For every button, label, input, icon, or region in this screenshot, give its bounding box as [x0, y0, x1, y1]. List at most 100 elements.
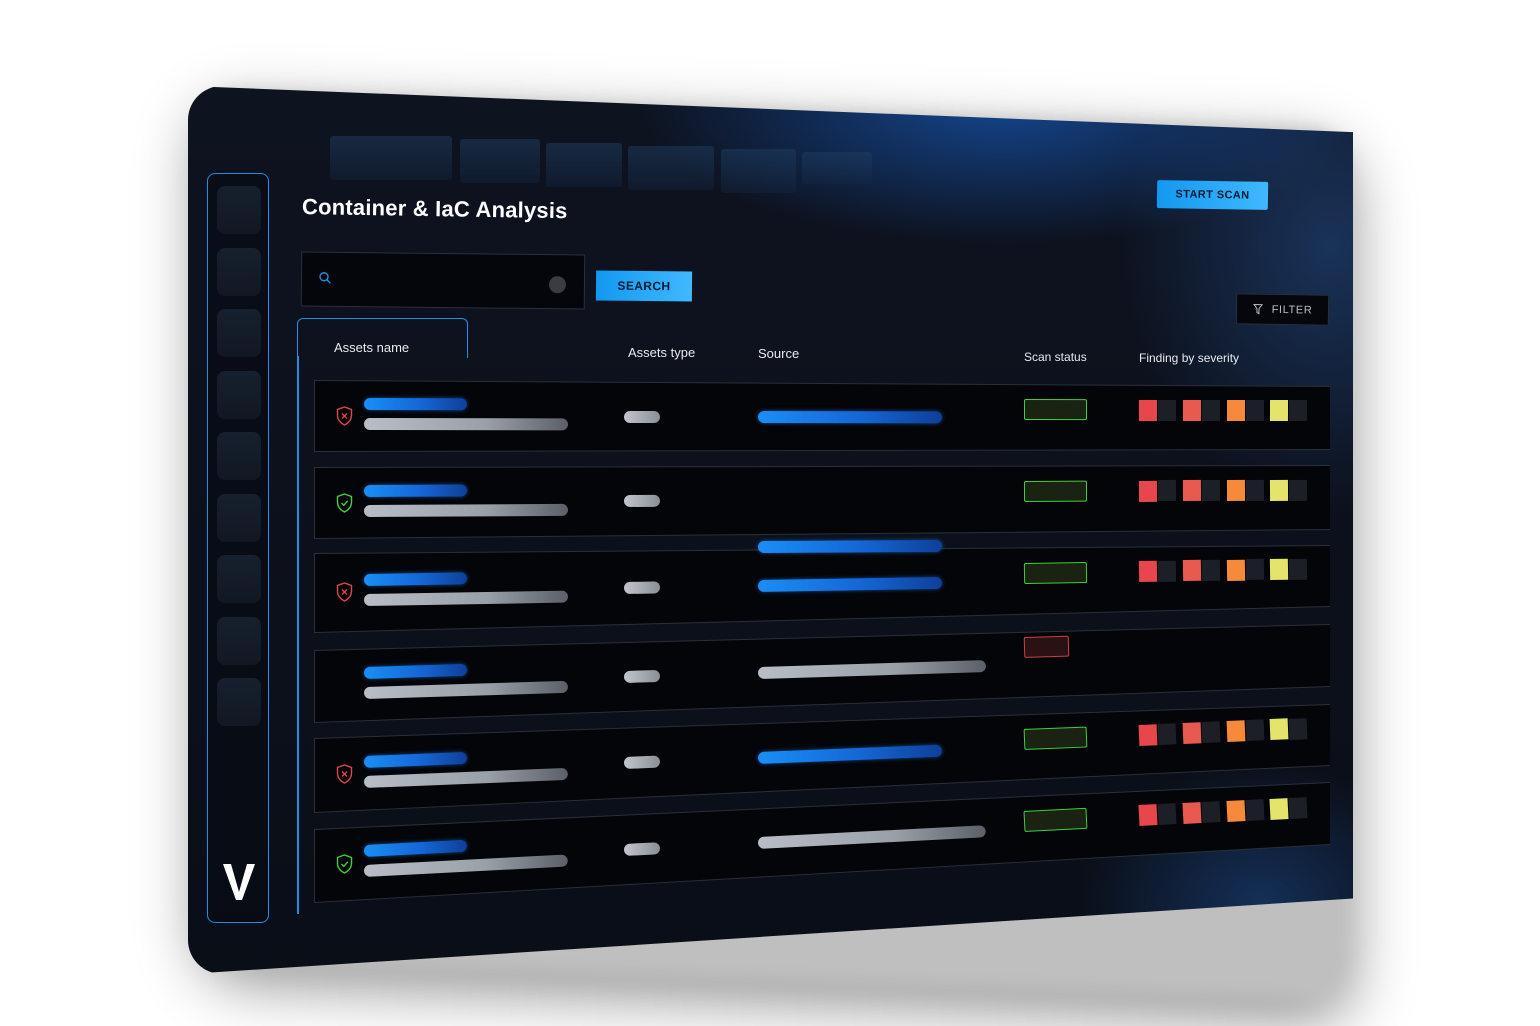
severity-count-slot [1245, 719, 1265, 742]
table-row[interactable] [314, 465, 1330, 539]
asset-type-placeholder [623, 410, 661, 423]
shield-x-icon [336, 406, 353, 426]
tab-placeholder[interactable] [546, 143, 622, 187]
severity-count-swatch [1182, 480, 1202, 502]
severity-count-slot [1245, 479, 1265, 501]
column-header-assets-type[interactable]: Assets type [628, 345, 695, 360]
tab-placeholder[interactable] [802, 152, 872, 184]
asset-name-placeholder [363, 398, 468, 411]
severity-count-swatch [1226, 479, 1246, 502]
severity-count-swatch [1182, 560, 1202, 582]
filter-button[interactable]: FILTER [1235, 293, 1330, 326]
severity-count-slot [1288, 399, 1308, 421]
sidebar-item[interactable] [217, 617, 261, 665]
sidebar-item[interactable] [217, 186, 261, 234]
table-row-body [315, 466, 1330, 538]
severity-count-swatch [1138, 804, 1158, 827]
clear-search-icon[interactable] [548, 276, 567, 294]
tab-placeholder[interactable] [628, 146, 714, 190]
column-header-source[interactable]: Source [758, 346, 799, 361]
sidebar-item[interactable] [217, 494, 261, 542]
filter-label: FILTER [1271, 303, 1313, 316]
shield-x-icon [336, 764, 353, 785]
severity-count-slot [1157, 560, 1177, 582]
scan-status-badge [1023, 808, 1088, 833]
severity-count-swatch [1226, 559, 1246, 581]
asset-type-placeholder [623, 842, 661, 856]
v-logo [223, 864, 255, 900]
severity-count-slot [1201, 559, 1221, 582]
severity-count-swatch [1226, 799, 1246, 822]
severity-count-slot [1157, 723, 1177, 745]
severity-count-slot [1157, 399, 1177, 421]
asset-path-placeholder [363, 503, 569, 517]
column-header-assets-name[interactable]: Assets name [334, 340, 409, 355]
asset-name-placeholder [363, 484, 468, 497]
severity-count-swatch [1182, 802, 1202, 825]
asset-source-placeholder [757, 576, 943, 592]
scan-status-badge [1023, 399, 1088, 421]
severity-count-slot [1288, 717, 1308, 740]
asset-type-placeholder [623, 755, 661, 770]
column-header-finding-by-severity[interactable]: Finding by severity [1139, 351, 1239, 365]
sidebar-item[interactable] [217, 371, 261, 419]
severity-count-swatch [1138, 723, 1158, 746]
sidebar-item[interactable] [217, 248, 261, 296]
search-icon [319, 272, 331, 284]
start-scan-button[interactable]: START SCAN [1156, 180, 1269, 210]
severity-count-slot [1201, 480, 1221, 502]
search-button[interactable]: SEARCH [595, 270, 693, 302]
tab-placeholder[interactable] [721, 149, 796, 193]
severity-count-slot [1245, 559, 1265, 581]
sidebar [207, 173, 269, 923]
severity-count-swatch [1269, 399, 1289, 421]
column-header-scan-status[interactable]: Scan status [1024, 350, 1087, 364]
severity-count-swatch [1182, 722, 1202, 744]
severity-count-swatch [1138, 399, 1158, 421]
sidebar-item[interactable] [217, 678, 261, 726]
severity-count-swatch [1269, 479, 1289, 501]
sidebar-item[interactable] [217, 432, 261, 480]
scan-status-badge [1023, 635, 1070, 658]
severity-count-swatch [1182, 399, 1202, 421]
severity-count-slot [1201, 399, 1221, 421]
funnel-icon [1252, 304, 1263, 315]
asset-path-placeholder [363, 418, 569, 431]
tab-placeholder[interactable] [460, 139, 540, 183]
asset-source-placeholder [757, 410, 943, 424]
severity-count-swatch [1226, 720, 1246, 743]
tab-placeholder[interactable] [330, 136, 452, 180]
search-input[interactable] [341, 264, 547, 300]
severity-count-swatch [1269, 797, 1289, 820]
severity-count-slot [1245, 798, 1265, 821]
asset-type-placeholder [623, 495, 661, 508]
severity-count-swatch [1226, 399, 1246, 421]
severity-count-slot [1245, 399, 1265, 421]
shield-x-icon [336, 582, 353, 603]
shield-check-icon [336, 493, 353, 513]
shield-check-icon [336, 854, 353, 875]
scan-status-badge [1023, 726, 1088, 751]
severity-count-swatch [1269, 718, 1289, 741]
page-title: Container & IaC Analysis [301, 194, 568, 224]
scan-status-badge [1023, 480, 1088, 503]
severity-count-slot [1201, 721, 1221, 744]
asset-name-placeholder [363, 572, 468, 587]
severity-count-slot [1157, 803, 1177, 826]
table-left-border [297, 356, 299, 914]
search-box [300, 251, 586, 310]
severity-count-slot [1288, 796, 1308, 819]
severity-count-slot [1288, 479, 1308, 501]
severity-count-slot [1157, 480, 1177, 502]
severity-count-slot [1201, 801, 1221, 824]
severity-count-slot [1288, 558, 1308, 580]
sidebar-item[interactable] [217, 309, 261, 357]
sidebar-item[interactable] [217, 555, 261, 603]
asset-type-placeholder [623, 581, 661, 594]
asset-type-placeholder [623, 669, 661, 684]
severity-count-swatch [1269, 558, 1289, 580]
scan-status-badge [1023, 562, 1088, 585]
severity-count-swatch [1138, 560, 1158, 583]
severity-count-swatch [1138, 480, 1158, 502]
asset-source-placeholder [757, 539, 943, 553]
